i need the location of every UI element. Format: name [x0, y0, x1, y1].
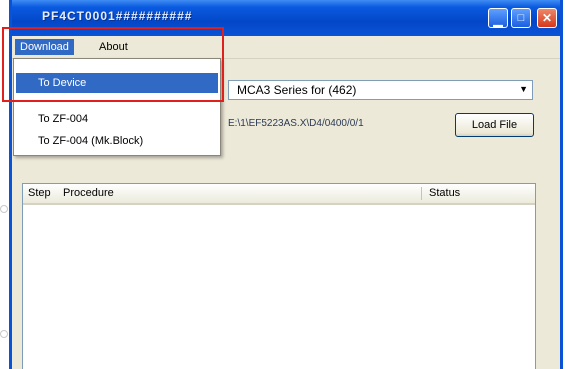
- load-file-button[interactable]: Load File: [455, 113, 534, 137]
- file-path: E:\1\EF5223AS.X\D4/0400/0/1: [228, 118, 364, 129]
- annotation-highlight-box: [2, 27, 224, 102]
- menu-item-to-zf004-mkblock[interactable]: To ZF-004 (Mk.Block): [16, 131, 218, 151]
- column-divider[interactable]: [421, 187, 422, 200]
- device-select-value: MCA3 Series for (462): [237, 83, 357, 97]
- list-header: Step Procedure Status: [23, 184, 535, 205]
- procedure-list[interactable]: Step Procedure Status: [22, 183, 536, 369]
- minimize-button[interactable]: ▁: [488, 8, 508, 28]
- decorative-dot: [0, 330, 8, 338]
- maximize-icon: □: [517, 12, 525, 24]
- minimize-icon: ▁: [493, 13, 503, 27]
- decorative-dot: [0, 205, 8, 213]
- close-button[interactable]: ✕: [537, 8, 557, 28]
- column-step[interactable]: Step: [28, 187, 51, 199]
- close-icon: ✕: [541, 11, 553, 25]
- maximize-button[interactable]: □: [511, 8, 531, 28]
- window-title: PF4CT0001##########: [42, 9, 193, 23]
- menu-item-to-zf004[interactable]: To ZF-004: [16, 109, 218, 129]
- chevron-down-icon[interactable]: ▼: [519, 84, 528, 94]
- column-status[interactable]: Status: [429, 187, 460, 199]
- column-procedure[interactable]: Procedure: [63, 187, 114, 199]
- device-select[interactable]: MCA3 Series for (462) ▼: [228, 80, 533, 100]
